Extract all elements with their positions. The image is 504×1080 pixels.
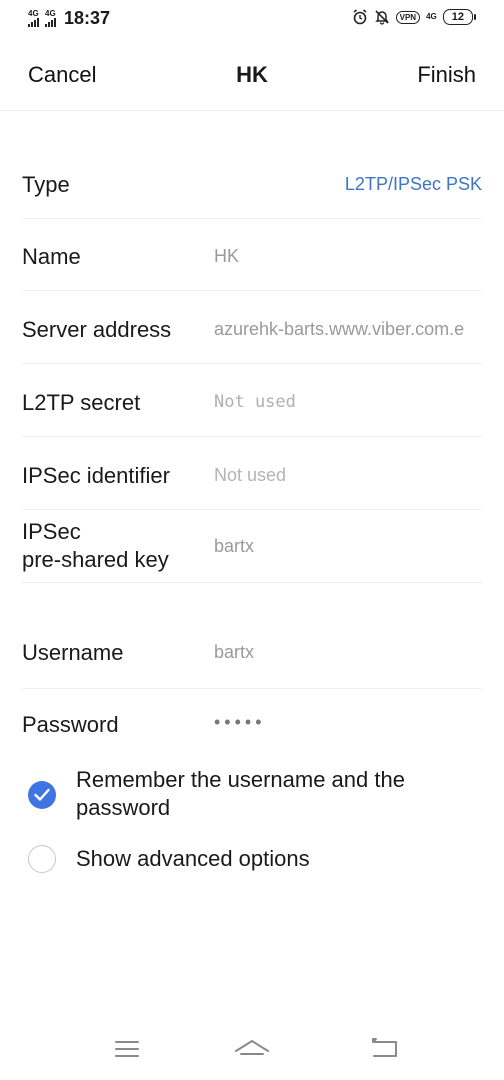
- status-left: 4G 4G 18:37: [28, 8, 110, 29]
- l2tp-secret-field[interactable]: Not used: [214, 392, 482, 412]
- password-label: Password: [22, 712, 119, 737]
- remember-label: Remember the username and the password: [76, 766, 476, 822]
- battery-level: 12: [442, 9, 473, 25]
- back-icon[interactable]: [372, 1038, 398, 1065]
- vpn-icon: VPN: [395, 10, 421, 24]
- server-address-row: Server address azurehk-barts.www.viber.c…: [22, 313, 482, 364]
- data-4g-icon: 4G: [426, 12, 437, 21]
- username-field[interactable]: bartx: [214, 642, 482, 663]
- status-time: 18:37: [64, 8, 111, 28]
- username-label: Username: [22, 640, 124, 665]
- bell-off-icon: [374, 10, 389, 25]
- password-row: Password •••••: [22, 712, 482, 752]
- divider: [22, 582, 482, 583]
- server-address-field[interactable]: azurehk-barts.www.viber.com.e: [214, 319, 482, 340]
- show-advanced-option[interactable]: Show advanced options: [28, 845, 488, 875]
- divider: [22, 363, 482, 364]
- remember-label-line-1: Remember the username and the: [76, 767, 405, 792]
- ipsec-identifier-label: IPSec identifier: [22, 463, 170, 488]
- battery-icon: 12: [442, 9, 476, 25]
- ipsec-psk-label: IPSec pre-shared key: [22, 518, 169, 574]
- divider: [22, 436, 482, 437]
- alarm-icon: [353, 9, 367, 25]
- advanced-checkbox[interactable]: [28, 845, 56, 873]
- type-label: Type: [22, 172, 70, 197]
- ipsec-psk-label-line-1: IPSec: [22, 519, 81, 544]
- ipsec-psk-field[interactable]: bartx: [214, 536, 482, 557]
- network-type-2: 4G: [45, 9, 56, 18]
- signal-1-icon: 4G: [28, 10, 39, 27]
- checkmark-icon: [34, 788, 50, 801]
- type-value[interactable]: L2TP/IPSec PSK: [345, 174, 482, 195]
- finish-button[interactable]: Finish: [417, 62, 476, 88]
- home-icon[interactable]: [234, 1038, 270, 1069]
- ipsec-identifier-field[interactable]: Not used: [214, 465, 482, 486]
- advanced-label: Show advanced options: [76, 846, 310, 871]
- signal-2-icon: 4G: [45, 10, 56, 27]
- password-field[interactable]: •••••: [214, 712, 482, 733]
- header-divider: [0, 110, 504, 111]
- status-bar: 4G 4G 18:37 VPN 4G 12: [0, 0, 504, 40]
- menu-icon[interactable]: [114, 1038, 140, 1065]
- name-row: Name HK: [22, 240, 482, 291]
- name-field[interactable]: HK: [214, 246, 482, 267]
- system-nav-bar: [0, 1030, 504, 1074]
- remember-checkbox[interactable]: [28, 781, 56, 809]
- name-label: Name: [22, 244, 81, 269]
- cancel-button[interactable]: Cancel: [28, 62, 96, 88]
- remember-credentials-option[interactable]: Remember the username and the password: [28, 766, 488, 826]
- divider: [22, 290, 482, 291]
- ipsec-psk-row: IPSec pre-shared key bartx: [22, 518, 482, 583]
- divider: [22, 218, 482, 219]
- l2tp-secret-label: L2TP secret: [22, 390, 141, 415]
- network-type-1: 4G: [28, 9, 39, 18]
- username-row: Username bartx: [22, 640, 482, 690]
- type-row[interactable]: Type L2TP/IPSec PSK: [22, 168, 482, 219]
- divider: [22, 688, 482, 689]
- ipsec-psk-label-line-2: pre-shared key: [22, 547, 169, 572]
- status-right: VPN 4G 12: [352, 9, 476, 25]
- l2tp-secret-row: L2TP secret Not used: [22, 386, 482, 437]
- server-address-label: Server address: [22, 317, 172, 342]
- ipsec-identifier-row: IPSec identifier Not used: [22, 459, 482, 510]
- divider: [22, 509, 482, 510]
- app-header: Cancel HK Finish: [0, 48, 504, 108]
- remember-label-line-2: password: [76, 795, 171, 820]
